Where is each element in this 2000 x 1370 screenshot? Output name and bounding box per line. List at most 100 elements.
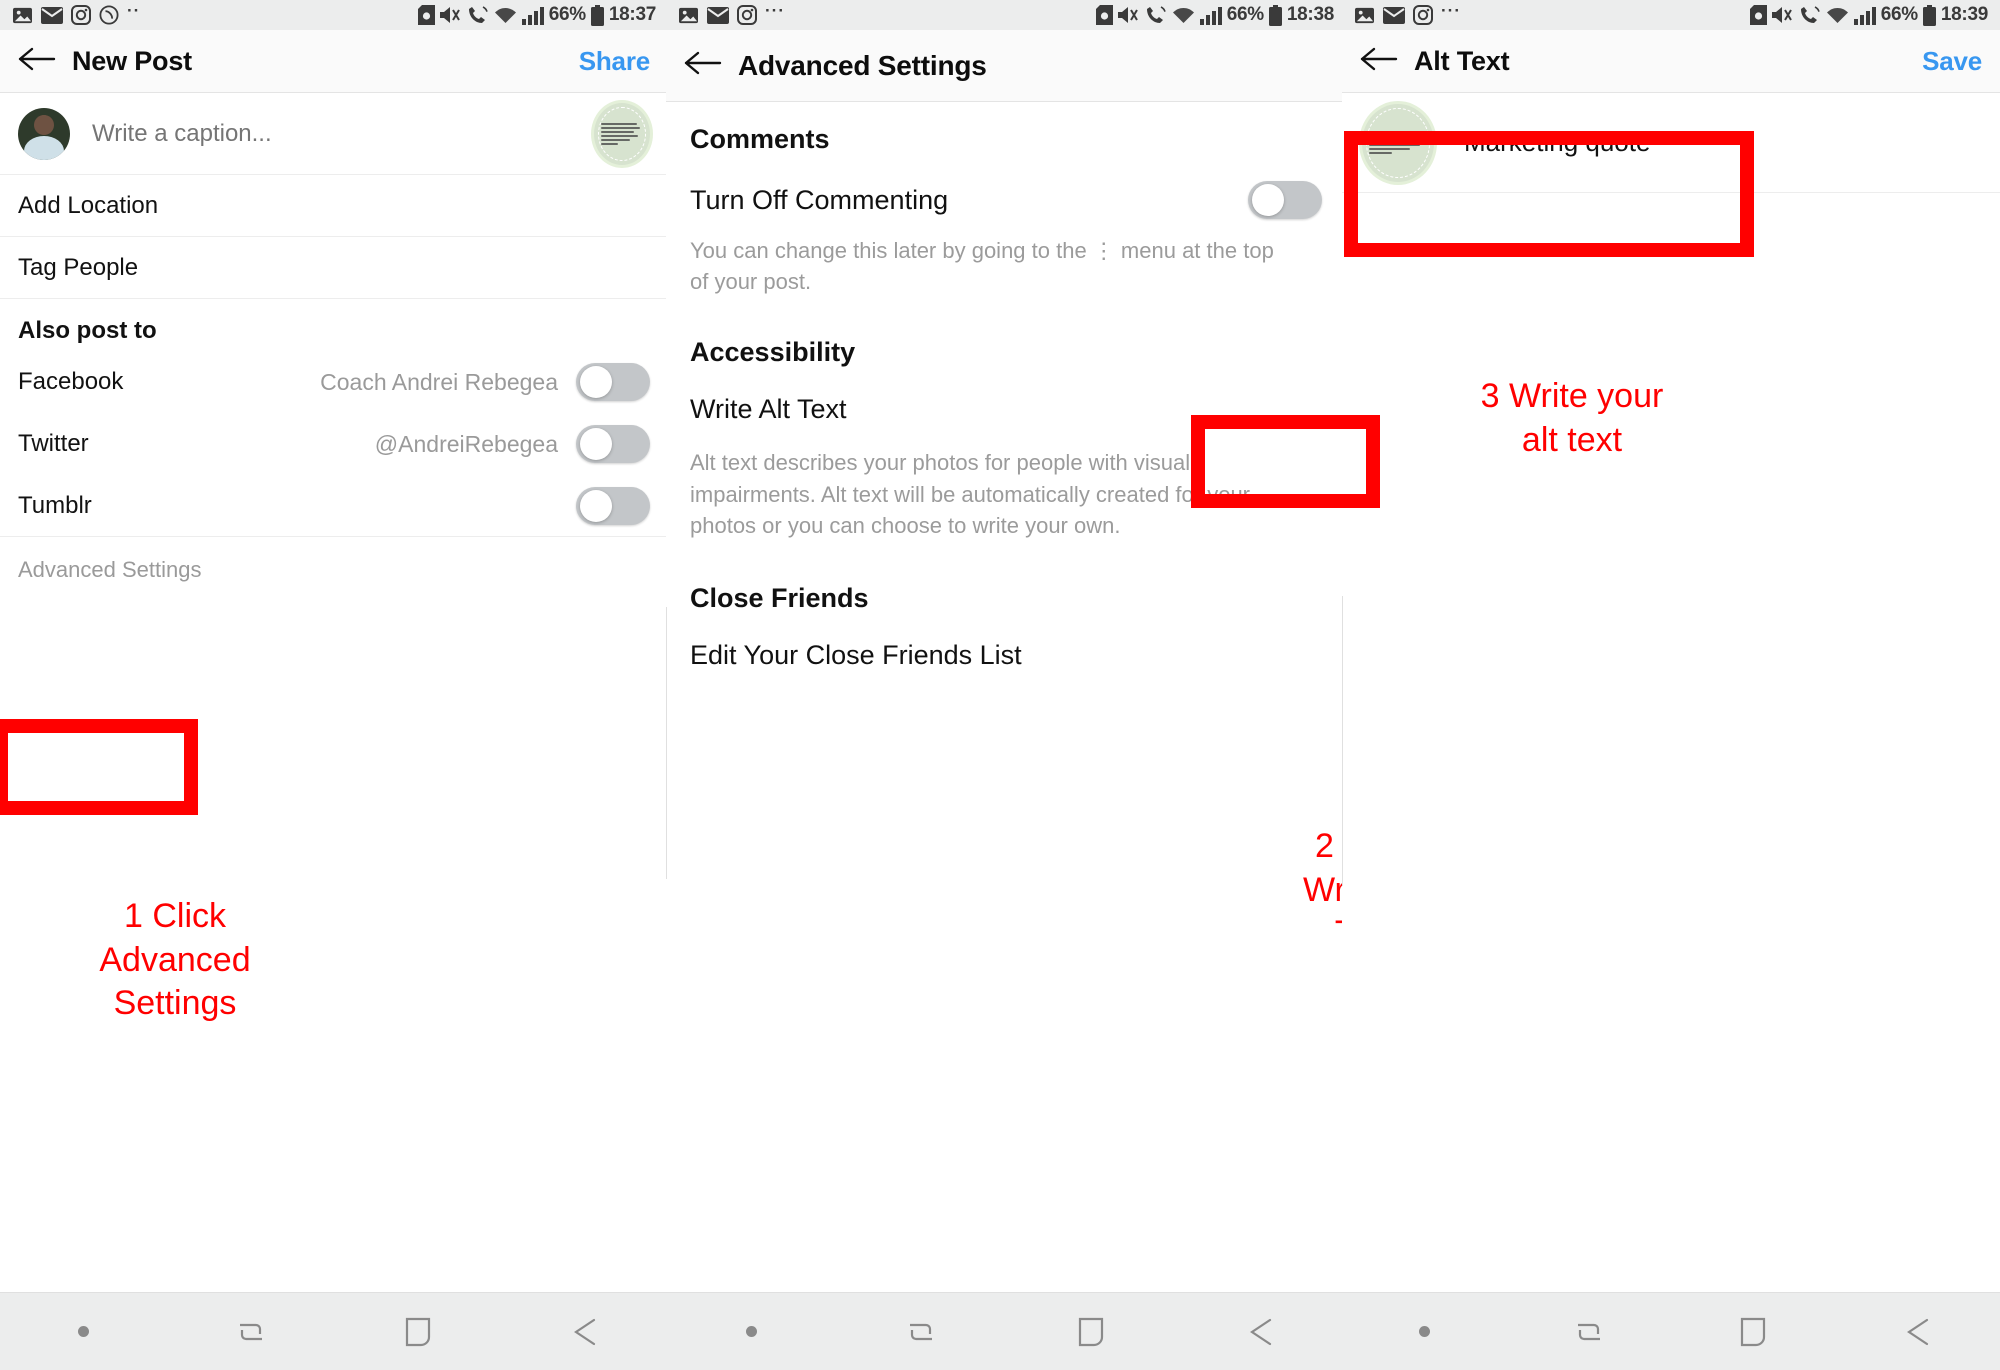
phone-screenshot-new-post: ·· 66% 18:37 New Post Share Write a capt… — [0, 0, 668, 1370]
recents-icon[interactable] — [167, 1315, 334, 1349]
row-turn-off-commenting[interactable]: Turn Off Commenting — [666, 155, 1346, 219]
app-bar-alt-text: Alt Text Save — [1342, 30, 2000, 93]
back-arrow-icon[interactable] — [684, 50, 730, 81]
accessibility-description: Alt text describes your photos for peopl… — [690, 450, 1251, 538]
phone-screenshot-alt-text: ··· 66% 18:39 Alt Text Save Marketing qu… — [1342, 0, 2000, 1370]
signal-icon — [1199, 6, 1222, 25]
home-icon[interactable] — [334, 1315, 501, 1349]
call-vibrate-icon — [1799, 5, 1821, 25]
row-label: Tumblr — [18, 491, 92, 519]
toggle-knob — [1252, 184, 1284, 216]
home-icon[interactable] — [1671, 1315, 1836, 1349]
alt-text-entry-row[interactable]: Marketing quote — [1342, 93, 2000, 193]
save-button[interactable]: Save — [1922, 46, 1982, 77]
row-twitter[interactable]: Twitter @AndreiRebegea — [0, 413, 668, 475]
call-vibrate-icon — [1145, 5, 1167, 25]
row-label: Write Alt Text — [690, 394, 847, 425]
also-post-to-heading: Also post to — [18, 317, 157, 344]
row-advanced-settings[interactable]: Advanced Settings — [0, 537, 668, 603]
row-edit-close-friends-list[interactable]: Edit Your Close Friends List — [666, 614, 1346, 671]
row-write-alt-text[interactable]: Write Alt Text — [666, 368, 1346, 425]
mute-icon — [1117, 6, 1140, 24]
page-title: Alt Text — [1414, 45, 1510, 76]
annotation-step-1: 1 Click Advanced Settings — [99, 897, 251, 1023]
overflow-dots-icon: ··· — [1441, 1, 1461, 20]
row-label: Tag People — [18, 253, 139, 281]
mute-icon — [1771, 6, 1794, 24]
call-vibrate-icon — [467, 5, 489, 25]
panel-divider-left — [666, 607, 667, 879]
instagram-icon — [1413, 5, 1433, 25]
row-label: Edit Your Close Friends List — [690, 640, 1022, 671]
back-arrow-icon[interactable] — [18, 46, 64, 77]
mail-icon — [1383, 6, 1405, 24]
advanced-settings-body: Comments Turn Off Commenting You can cha… — [666, 102, 1346, 671]
row-facebook[interactable]: Facebook Coach Andrei Rebegea — [0, 351, 668, 413]
overflow-dots-icon: ··· — [765, 1, 785, 20]
back-icon[interactable] — [501, 1316, 668, 1348]
dot-indicator-icon — [0, 1326, 167, 1337]
signal-icon — [521, 6, 544, 25]
status-time: 18:38 — [1286, 4, 1334, 25]
status-bar-panel2: ··· 66% 18:38 — [666, 0, 1346, 30]
battery-icon — [590, 4, 604, 26]
sd-card-icon — [1095, 5, 1113, 25]
signal-icon — [1853, 6, 1876, 25]
avatar — [18, 107, 70, 160]
alt-text-input[interactable]: Marketing quote — [1464, 127, 1650, 158]
post-thumbnail[interactable] — [594, 102, 650, 165]
image-icon — [12, 6, 33, 25]
image-icon — [678, 6, 699, 25]
toggle-knob — [580, 366, 612, 398]
phone-screenshot-advanced-settings: ··· 66% 18:38 Advanced Settings Comments… — [666, 0, 1346, 1370]
battery-icon — [1922, 4, 1936, 26]
facebook-toggle[interactable] — [576, 363, 650, 401]
row-label: Twitter — [18, 430, 89, 457]
mute-icon — [439, 6, 462, 24]
recents-icon[interactable] — [836, 1315, 1006, 1349]
turn-off-commenting-toggle[interactable] — [1248, 181, 1322, 219]
overflow-dots-icon: ·· — [127, 1, 141, 20]
row-add-location[interactable]: Add Location — [0, 175, 668, 237]
caption-input[interactable] — [90, 118, 594, 149]
instagram-icon — [71, 5, 91, 25]
row-label: Facebook — [18, 368, 124, 395]
back-icon[interactable] — [1836, 1316, 2000, 1348]
advanced-settings-label: Advanced Settings — [18, 557, 202, 582]
android-nav-bar-panel1 — [0, 1292, 668, 1370]
status-time: 18:39 — [1940, 4, 1988, 25]
android-nav-bar-panel3 — [1342, 1292, 2000, 1370]
facebook-account-value: Coach Andrei Rebegea — [320, 368, 558, 395]
dot-indicator-icon — [1342, 1326, 1507, 1337]
wifi-icon — [494, 6, 517, 25]
twitter-toggle[interactable] — [576, 425, 650, 463]
row-tag-people[interactable]: Tag People — [0, 237, 668, 299]
share-button[interactable]: Share — [579, 46, 650, 77]
phone-circle-icon — [99, 5, 119, 25]
sd-card-icon — [1749, 5, 1767, 25]
twitter-account-value: @AndreiRebegea — [374, 430, 558, 457]
instagram-icon — [737, 5, 757, 25]
post-thumbnail — [1362, 103, 1434, 182]
back-arrow-icon[interactable] — [1360, 46, 1406, 77]
back-icon[interactable] — [1176, 1316, 1346, 1348]
tumblr-toggle[interactable] — [576, 486, 650, 525]
page-title: Advanced Settings — [738, 49, 987, 81]
recents-icon[interactable] — [1507, 1315, 1672, 1349]
mail-icon — [41, 6, 63, 24]
home-icon[interactable] — [1006, 1315, 1176, 1349]
comments-heading: Comments — [690, 124, 830, 154]
page-title: New Post — [72, 45, 192, 76]
caption-row — [0, 93, 668, 175]
row-tumblr[interactable]: Tumblr — [0, 475, 668, 537]
toggle-knob — [580, 489, 612, 522]
battery-percent: 66% — [1880, 4, 1918, 25]
status-bar-panel1: ·· 66% 18:37 — [0, 0, 668, 30]
status-bar-panel3: ··· 66% 18:39 — [1342, 0, 2000, 30]
panel-divider-right — [1342, 596, 1343, 886]
row-label: Turn Off Commenting — [690, 184, 949, 215]
comments-description: You can change this later by going to th… — [690, 238, 1274, 295]
sd-card-icon — [417, 5, 435, 25]
annotation-step-2: 2 Click Write Alt Text — [1303, 827, 1346, 953]
battery-percent: 66% — [548, 4, 586, 25]
